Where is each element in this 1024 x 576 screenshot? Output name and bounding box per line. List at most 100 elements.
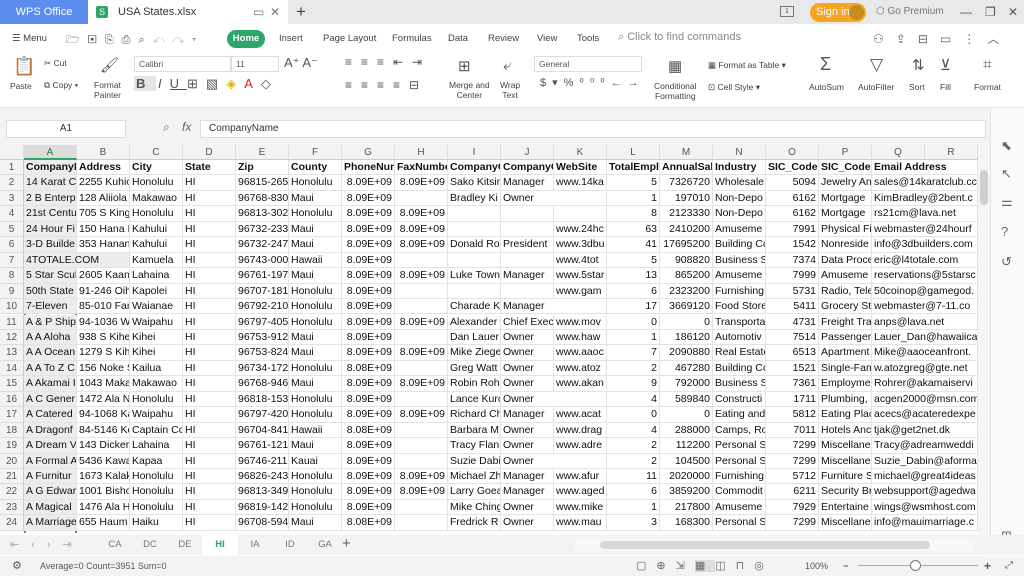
cell-D15[interactable]: HI (183, 376, 236, 392)
go-premium-button[interactable]: ⬡ Go Premium (876, 0, 944, 24)
cell-N10[interactable]: Food Store (713, 299, 766, 315)
cell-Q9[interactable]: 50coinop@gamegod. (872, 283, 978, 300)
fx-icon[interactable]: fx (182, 120, 191, 134)
cell-C7[interactable]: Kamuela (130, 252, 183, 269)
row-header-24[interactable]: 24 (0, 515, 24, 531)
cell-J16[interactable]: Owner (501, 391, 607, 408)
cell-D7[interactable]: HI (183, 252, 236, 269)
tab-page-layout[interactable]: Page Layout (323, 33, 376, 44)
cell-B12[interactable]: 938 S Kihei (77, 329, 130, 346)
row-header-20[interactable]: 20 (0, 453, 24, 469)
cell-M21[interactable]: 2020000 (660, 469, 713, 485)
cell-D6[interactable]: HI (183, 237, 236, 253)
cell-O13[interactable]: 6513 (766, 345, 819, 361)
conditional-formatting-icon[interactable]: ▦ (668, 57, 682, 75)
cell-N5[interactable]: Amuseme (713, 221, 766, 238)
cell-B1[interactable]: Address (77, 160, 130, 176)
menu-button[interactable]: ☰ Menu (12, 33, 47, 44)
tab-home[interactable]: Home (227, 30, 265, 48)
cell-F16[interactable]: Honolulu (289, 391, 342, 408)
cell-M3[interactable]: 197010 (660, 190, 713, 207)
row-header-23[interactable]: 23 (0, 499, 24, 516)
cell-P22[interactable]: Security Br (819, 484, 872, 500)
cell-C2[interactable]: Honolulu (130, 175, 183, 191)
cell-L14[interactable]: 2 (607, 360, 660, 377)
cell-P21[interactable]: Furniture S (819, 469, 872, 485)
cell-A9[interactable]: 50th State (24, 283, 77, 300)
cell-H16[interactable] (395, 391, 448, 408)
cell-A16[interactable]: A C Gener (24, 391, 77, 408)
cell-C10[interactable]: Waianae (130, 299, 183, 315)
cell-B23[interactable]: 1476 Ala H (77, 499, 130, 516)
cell-D14[interactable]: HI (183, 360, 236, 377)
grow-font-icon[interactable]: A⁺ A⁻ (284, 55, 318, 71)
cell-K24[interactable]: www.mau (554, 515, 607, 531)
cell-M15[interactable]: 792000 (660, 376, 713, 392)
cell-F5[interactable]: Maui (289, 221, 342, 238)
cell-I3[interactable]: Bradley Ki (448, 190, 501, 207)
cell-I8[interactable]: Luke Town (448, 268, 501, 284)
cell-L7[interactable]: 5 (607, 252, 660, 269)
cell-K1[interactable]: WebSite (554, 160, 607, 176)
cell-H2[interactable]: 8.09E+09 (395, 175, 448, 191)
cell-fill-icon[interactable]: ▧ (206, 76, 226, 91)
cell-C24[interactable]: Haiku (130, 515, 183, 531)
cell-G11[interactable]: 8.09E+09 (342, 314, 395, 330)
cell-M19[interactable]: 112200 (660, 438, 713, 454)
format-button[interactable]: Format (974, 82, 1001, 92)
row-header-10[interactable]: 10 (0, 299, 24, 315)
cell-L21[interactable]: 11 (607, 469, 660, 485)
cell-B2[interactable]: 2255 Kuhio (77, 175, 130, 191)
open-icon[interactable]: 🗁 (66, 34, 88, 46)
cell-F18[interactable]: Hawaii (289, 422, 342, 439)
sheet-tab-CA[interactable]: CA (97, 535, 133, 555)
cell-E24[interactable]: 96708-594 (236, 515, 289, 531)
cell-D16[interactable]: HI (183, 391, 236, 408)
cell-Q11[interactable]: anps@lava.net (872, 314, 978, 330)
cell-G17[interactable]: 8.09E+09 (342, 407, 395, 423)
cell-P24[interactable]: Miscellane (819, 515, 872, 531)
cell-P11[interactable]: Freight Tra (819, 314, 872, 330)
tab-review[interactable]: Review (488, 33, 519, 44)
cell-B19[interactable]: 143 Dicker (77, 438, 130, 454)
cell-J23[interactable]: Owner (501, 499, 554, 516)
comment-icon[interactable]: ▭ (940, 32, 963, 46)
collapse-ribbon-icon[interactable]: ︿ (987, 32, 1011, 46)
cell-D18[interactable]: HI (183, 422, 236, 439)
column-header-P[interactable]: P (819, 145, 872, 160)
customize-icon[interactable]: ▿ (192, 34, 204, 46)
select-icon[interactable]: ⬉ (1001, 138, 1012, 154)
column-header-H[interactable]: H (395, 145, 448, 160)
cell-C4[interactable]: Honolulu (130, 206, 183, 222)
cell-D23[interactable]: HI (183, 499, 236, 516)
cell-P2[interactable]: Jewelry An (819, 175, 872, 191)
row-header-17[interactable]: 17 (0, 407, 24, 423)
autosum-button[interactable]: AutoSum (809, 82, 844, 92)
cell-I18[interactable]: Barbara M (448, 422, 501, 439)
cell-H4[interactable]: 8.09E+09 (395, 206, 448, 222)
cell-A22[interactable]: A G Edwar (24, 484, 77, 500)
filter-icon[interactable]: ▽ (870, 55, 883, 75)
cell-I10[interactable]: Charade K (448, 299, 501, 315)
cell-I24[interactable]: Fredrick R (448, 515, 501, 531)
cell-I15[interactable]: Robin Roh (448, 376, 501, 392)
cell-N2[interactable]: Wholesale (713, 175, 766, 191)
column-header-M[interactable]: M (660, 145, 713, 160)
cell-E11[interactable]: 96797-405 (236, 314, 289, 330)
cell-Q8[interactable]: reservations@5starsc (872, 268, 978, 284)
cell-B20[interactable]: 5436 Kawa (77, 453, 130, 469)
sigma-icon[interactable]: Σ (820, 54, 831, 75)
cell-G16[interactable]: 8.09E+09 (342, 391, 395, 408)
cell-F1[interactable]: County (289, 160, 342, 176)
cell-O4[interactable]: 6162 (766, 206, 819, 222)
cell-G24[interactable]: 8.08E+09 (342, 515, 395, 531)
cell-H7[interactable] (395, 252, 448, 269)
cell-O1[interactable]: SIC_Code (766, 160, 819, 176)
cell-M12[interactable]: 186120 (660, 329, 713, 346)
cell-H12[interactable] (395, 329, 448, 346)
cell-H19[interactable] (395, 438, 448, 454)
cell-M13[interactable]: 2090880 (660, 345, 713, 361)
cell-G9[interactable]: 8.09E+09 (342, 283, 395, 300)
sheet-tab-GA[interactable]: GA (307, 535, 343, 555)
cell-E13[interactable]: 96753-824 (236, 345, 289, 361)
